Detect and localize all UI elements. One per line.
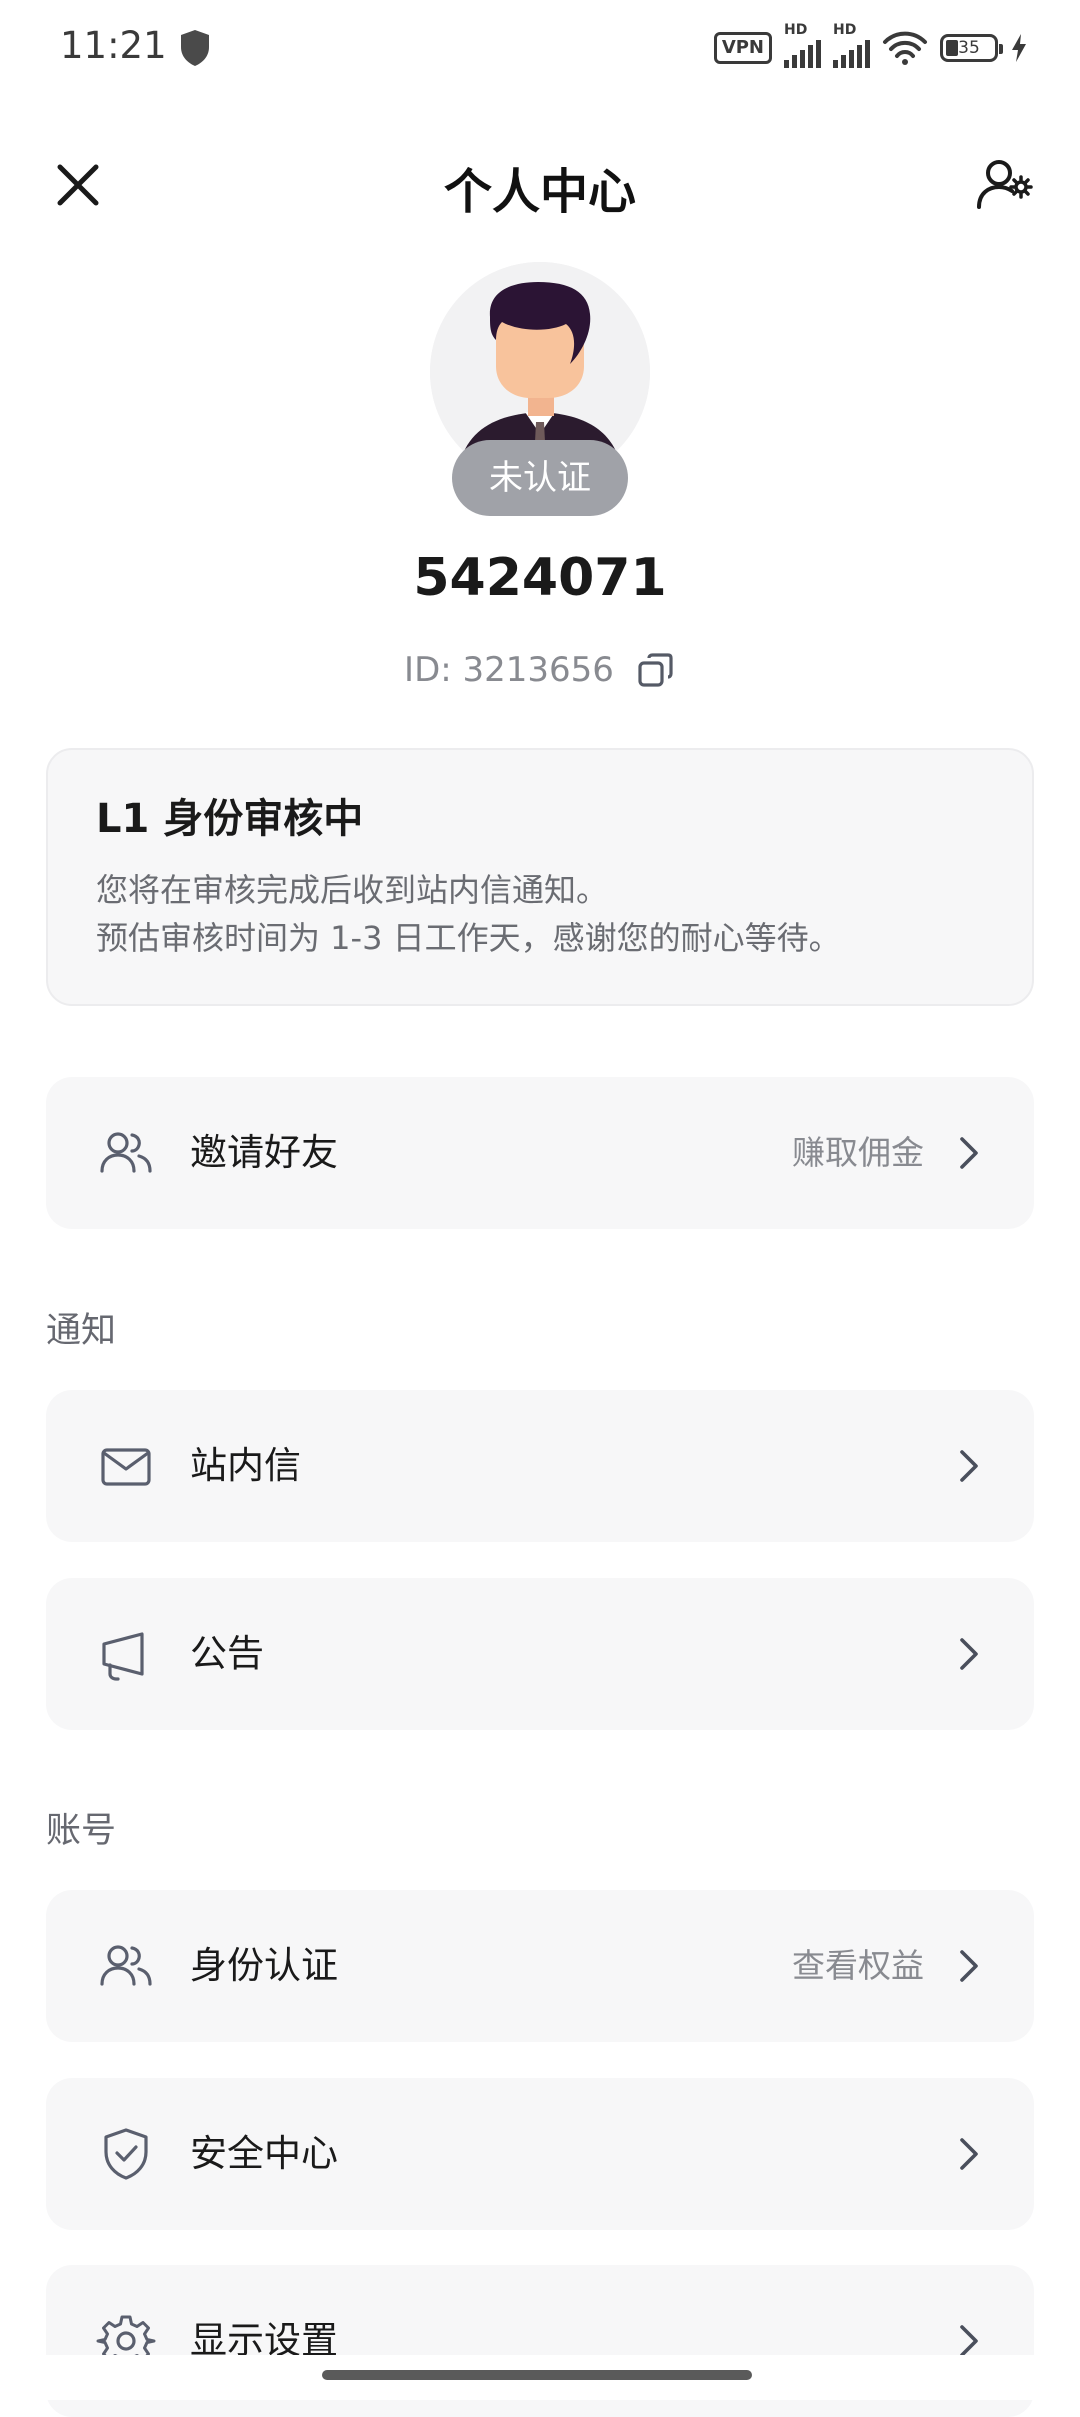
identity-verification-hint: 查看权益 (792, 1946, 924, 1985)
review-title: L1 身份审核中 (96, 796, 364, 842)
users-icon (100, 1945, 152, 1986)
battery-icon: 35 (940, 34, 1003, 62)
verification-status-badge[interactable]: 未认证 (452, 440, 628, 516)
chevron-right-icon (960, 1638, 978, 1670)
shield-status-icon (181, 30, 209, 66)
home-indicator[interactable] (322, 2370, 752, 2380)
inbox-label: 站内信 (190, 1444, 301, 1487)
user-settings-icon (977, 160, 1033, 209)
user-id-text: ID: 3213656 (404, 650, 614, 690)
chevron-right-icon (960, 1450, 978, 1482)
chevron-right-icon (960, 1137, 978, 1169)
section-notifications: 通知 (46, 1311, 117, 1351)
wifi-icon (883, 31, 927, 65)
identity-review-card: L1 身份审核中 您将在审核完成后收到站内信通知。 预估审核时间为 1-3 日工… (46, 748, 1034, 1006)
user-id-row: ID: 3213656 (0, 650, 1080, 690)
page-title: 个人中心 (443, 164, 636, 220)
hd-label-2: HD (833, 22, 857, 38)
hd-label-1: HD (784, 22, 808, 38)
charging-icon (1012, 34, 1026, 62)
identity-verification-row[interactable]: 身份认证 查看权益 (46, 1890, 1034, 2042)
section-account: 账号 (46, 1811, 117, 1851)
mail-icon (101, 1448, 151, 1486)
status-bar: 11:21 VPN HD HD 35 (0, 0, 1080, 100)
battery-level: 35 (958, 38, 980, 58)
review-line-2: 预估审核时间为 1-3 日工作天，感谢您的耐心等待。 (96, 919, 841, 957)
page-header: 个人中心 (0, 130, 1080, 240)
status-icons: VPN HD HD 35 (713, 22, 1028, 70)
invite-friends-hint: 赚取佣金 (792, 1133, 924, 1172)
signal-icon-1: HD (784, 22, 821, 68)
review-line-1: 您将在审核完成后收到站内信通知。 (96, 871, 609, 909)
security-center-label: 安全中心 (190, 2132, 338, 2175)
identity-verification-label: 身份认证 (190, 1944, 338, 1987)
shield-check-icon (104, 2128, 148, 2180)
user-settings-button[interactable] (970, 150, 1040, 220)
username: 5424071 (413, 548, 667, 608)
copy-icon[interactable] (636, 650, 676, 690)
announcements-label: 公告 (190, 1632, 264, 1675)
users-icon (100, 1132, 152, 1173)
inbox-row[interactable]: 站内信 (46, 1390, 1034, 1542)
chevron-right-icon (960, 2138, 978, 2170)
invite-friends-row[interactable]: 邀请好友 赚取佣金 (46, 1077, 1034, 1229)
megaphone-icon (102, 1632, 144, 1681)
status-time: 11:21 (60, 24, 167, 67)
invite-friends-label: 邀请好友 (190, 1131, 338, 1174)
security-center-row[interactable]: 安全中心 (46, 2078, 1034, 2230)
chevron-right-icon (960, 1950, 978, 1982)
announcements-row[interactable]: 公告 (46, 1578, 1034, 1730)
signal-icon-2: HD (833, 22, 870, 68)
vpn-icon: VPN (713, 32, 772, 64)
